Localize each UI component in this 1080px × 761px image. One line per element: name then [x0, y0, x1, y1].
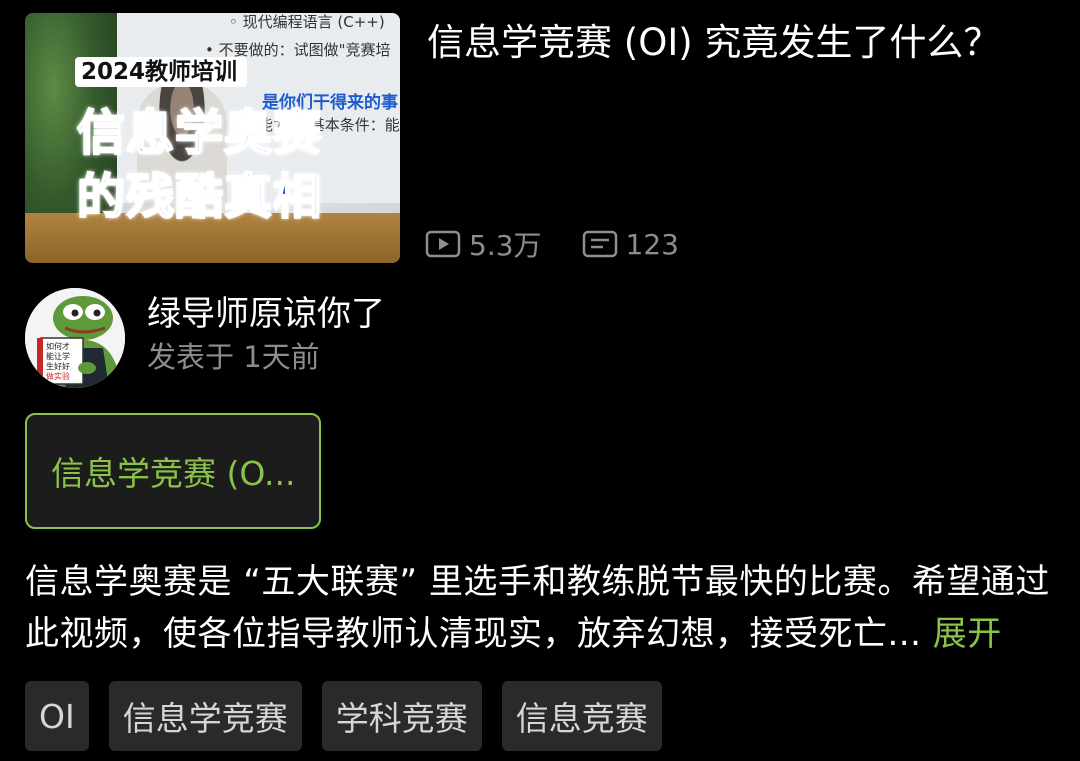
description-line: 信息学奥赛是 “五大联赛” 里选手和教练脱节最快的比赛。希望通过	[25, 562, 1050, 602]
tag-chip[interactable]: 信息学竞赛	[108, 681, 302, 751]
thumbnail-title-line: 信息学奥赛	[76, 104, 323, 162]
view-count: 5.3万	[425, 224, 542, 264]
video-stats: 5.3万 123	[425, 224, 679, 264]
thumbnail-badge: 2024教师培训	[75, 57, 248, 87]
avatar-book-text: 生好好	[46, 361, 70, 371]
description-text: 此视频，使各位指导教师认清现实，放弃幻想，接受死亡...	[25, 614, 922, 654]
comment-count-icon	[582, 230, 618, 258]
play-count-icon	[425, 230, 461, 258]
tag-chip[interactable]: OI	[25, 681, 89, 751]
collection-label: 信息学竞赛 (O...	[51, 454, 296, 493]
video-detail-page: ◦ 现代编程语言 (C++) • 不要做的：试图做"竞赛培 "能力"的基本条件：…	[0, 0, 1080, 761]
post-time: 发表于 1天前	[147, 340, 320, 374]
avatar-book-text: 如何才	[46, 341, 70, 351]
video-thumbnail[interactable]: ◦ 现代编程语言 (C++) • 不要做的：试图做"竞赛培 "能力"的基本条件：…	[25, 13, 400, 263]
description-line: 此视频，使各位指导教师认清现实，放弃幻想，接受死亡... 展开	[25, 608, 1060, 660]
comment-count: 123	[582, 228, 679, 261]
tag-chip[interactable]: 学科竞赛	[321, 681, 482, 751]
author-avatar[interactable]: 如何才 能让学 生好好 做实验	[25, 288, 125, 388]
avatar-book-text: 做实验	[46, 371, 70, 381]
comment-count-value: 123	[625, 227, 679, 261]
avatar-book-text: 能让学	[46, 351, 70, 361]
author-name[interactable]: 绿导师原谅你了	[147, 291, 385, 337]
tag-list: OI 信息学竞赛 学科竞赛 信息竞赛	[25, 681, 662, 751]
video-title[interactable]: 信息学竞赛 (OI) 究竟发生了什么？	[427, 18, 1000, 68]
view-count-value: 5.3万	[469, 229, 542, 262]
thumbnail-screen-text: ◦ 现代编程语言 (C++)	[229, 13, 385, 31]
video-description: 信息学奥赛是 “五大联赛” 里选手和教练脱节最快的比赛。希望通过 此视频，使各位…	[25, 556, 1060, 660]
expand-link[interactable]: 展开	[933, 614, 1002, 654]
thumbnail-title-line: 的残酷真相	[76, 168, 323, 226]
tag-chip[interactable]: 信息竞赛	[501, 681, 662, 751]
collection-button[interactable]: 信息学竞赛 (O...	[25, 413, 321, 529]
